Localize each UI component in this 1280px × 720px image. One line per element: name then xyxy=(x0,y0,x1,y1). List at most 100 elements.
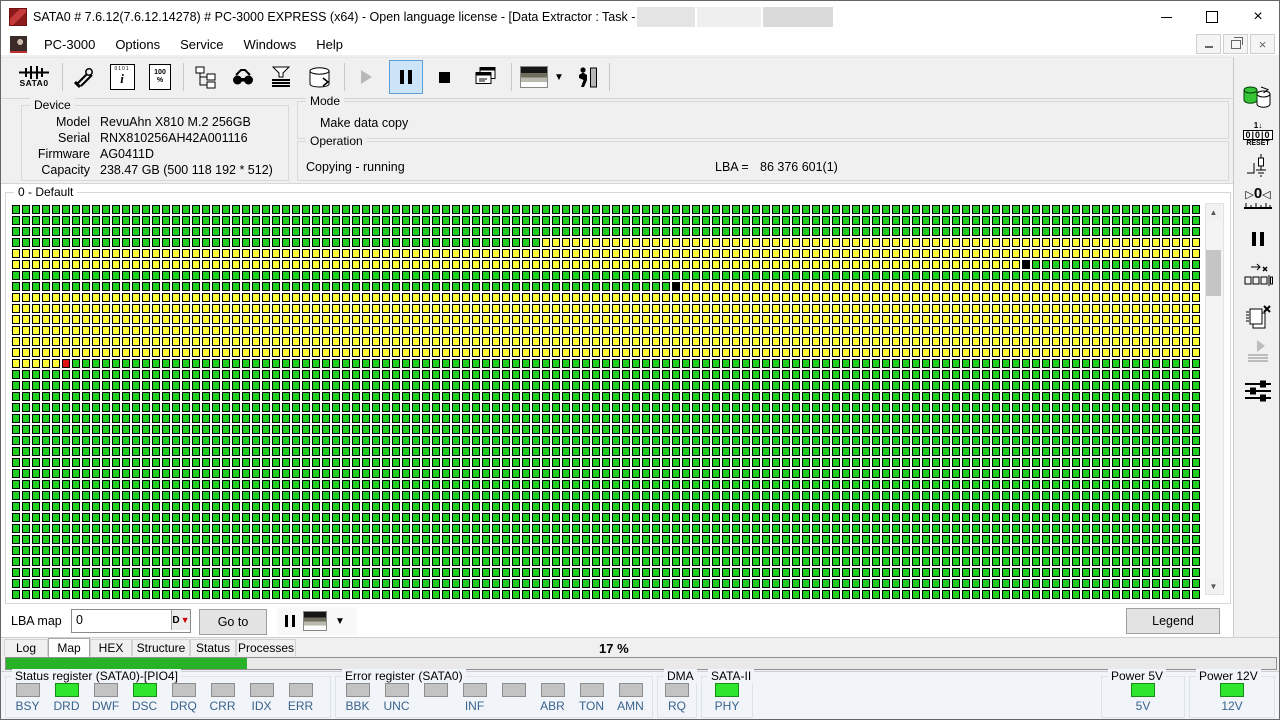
map-cell[interactable] xyxy=(962,480,970,489)
map-cell[interactable] xyxy=(952,370,960,379)
map-cell[interactable] xyxy=(992,590,1000,599)
map-cell[interactable] xyxy=(652,315,660,324)
map-cell[interactable] xyxy=(882,348,890,357)
map-cell[interactable] xyxy=(152,513,160,522)
map-cell[interactable] xyxy=(1122,502,1130,511)
map-cell[interactable] xyxy=(242,502,250,511)
map-cell[interactable] xyxy=(182,293,190,302)
map-cell[interactable] xyxy=(552,535,560,544)
map-cell[interactable] xyxy=(462,282,470,291)
map-cell[interactable] xyxy=(22,491,30,500)
map-cell[interactable] xyxy=(252,337,260,346)
map-cell[interactable] xyxy=(22,414,30,423)
map-cell[interactable] xyxy=(182,238,190,247)
map-cell[interactable] xyxy=(612,513,620,522)
map-cell[interactable] xyxy=(882,381,890,390)
map-view-button[interactable] xyxy=(303,611,327,631)
map-cell[interactable] xyxy=(462,557,470,566)
map-cell[interactable] xyxy=(552,579,560,588)
map-cell[interactable] xyxy=(202,282,210,291)
map-cell[interactable] xyxy=(102,282,110,291)
map-cell[interactable] xyxy=(732,590,740,599)
map-cell[interactable] xyxy=(832,216,840,225)
map-cell[interactable] xyxy=(672,381,680,390)
map-cell[interactable] xyxy=(272,238,280,247)
map-cell[interactable] xyxy=(622,579,630,588)
map-cell[interactable] xyxy=(1132,304,1140,313)
map-cell[interactable] xyxy=(232,359,240,368)
map-cell[interactable] xyxy=(662,458,670,467)
map-cell[interactable] xyxy=(32,579,40,588)
toolbar-database-button[interactable] xyxy=(301,60,339,94)
map-cell[interactable] xyxy=(122,260,130,269)
map-cell[interactable] xyxy=(852,370,860,379)
map-cell[interactable] xyxy=(1132,381,1140,390)
map-cell[interactable] xyxy=(12,513,20,522)
map-cell[interactable] xyxy=(942,293,950,302)
map-cell[interactable] xyxy=(132,469,140,478)
map-cell[interactable] xyxy=(242,469,250,478)
map-cell[interactable] xyxy=(1162,392,1170,401)
map-cell[interactable] xyxy=(822,392,830,401)
map-cell[interactable] xyxy=(1182,337,1190,346)
map-cell[interactable] xyxy=(1042,458,1050,467)
map-cell[interactable] xyxy=(682,458,690,467)
map-cell[interactable] xyxy=(432,392,440,401)
map-cell[interactable] xyxy=(62,447,70,456)
map-cell[interactable] xyxy=(92,546,100,555)
map-cell[interactable] xyxy=(22,293,30,302)
map-cell[interactable] xyxy=(62,513,70,522)
map-cell[interactable] xyxy=(742,337,750,346)
map-cell[interactable] xyxy=(322,315,330,324)
map-cell[interactable] xyxy=(732,447,740,456)
map-cell[interactable] xyxy=(852,447,860,456)
map-cell[interactable] xyxy=(132,304,140,313)
map-cell[interactable] xyxy=(82,480,90,489)
map-cell[interactable] xyxy=(272,381,280,390)
map-cell[interactable] xyxy=(922,447,930,456)
map-cell[interactable] xyxy=(1122,370,1130,379)
map-cell[interactable] xyxy=(782,227,790,236)
map-cell[interactable] xyxy=(262,480,270,489)
map-cell[interactable] xyxy=(252,227,260,236)
map-cell[interactable] xyxy=(1052,579,1060,588)
map-cell[interactable] xyxy=(1102,326,1110,335)
map-cell[interactable] xyxy=(362,216,370,225)
map-cell[interactable] xyxy=(752,326,760,335)
map-cell[interactable] xyxy=(422,282,430,291)
map-cell[interactable] xyxy=(822,590,830,599)
map-cell[interactable] xyxy=(982,524,990,533)
map-cell[interactable] xyxy=(482,447,490,456)
map-cell[interactable] xyxy=(722,447,730,456)
map-cell[interactable] xyxy=(372,590,380,599)
map-cell[interactable] xyxy=(502,480,510,489)
map-cell[interactable] xyxy=(32,337,40,346)
map-cell[interactable] xyxy=(562,359,570,368)
map-cell[interactable] xyxy=(592,315,600,324)
map-cell[interactable] xyxy=(592,502,600,511)
map-cell[interactable] xyxy=(1062,205,1070,214)
map-cell[interactable] xyxy=(472,557,480,566)
map-cell[interactable] xyxy=(652,436,660,445)
map-cell[interactable] xyxy=(1102,458,1110,467)
map-cell[interactable] xyxy=(232,513,240,522)
map-cell[interactable] xyxy=(852,436,860,445)
map-cell[interactable] xyxy=(722,392,730,401)
map-cell[interactable] xyxy=(1112,293,1120,302)
map-cell[interactable] xyxy=(32,249,40,258)
map-cell[interactable] xyxy=(452,381,460,390)
map-cell[interactable] xyxy=(742,238,750,247)
map-cell[interactable] xyxy=(132,480,140,489)
map-cell[interactable] xyxy=(162,403,170,412)
map-cell[interactable] xyxy=(552,458,560,467)
map-cell[interactable] xyxy=(502,414,510,423)
map-cell[interactable] xyxy=(732,414,740,423)
map-cell[interactable] xyxy=(122,535,130,544)
map-cell[interactable] xyxy=(642,447,650,456)
map-cell[interactable] xyxy=(42,238,50,247)
map-cell[interactable] xyxy=(252,315,260,324)
map-cell[interactable] xyxy=(872,304,880,313)
map-cell[interactable] xyxy=(1052,513,1060,522)
map-cell[interactable] xyxy=(582,260,590,269)
map-cell[interactable] xyxy=(692,326,700,335)
